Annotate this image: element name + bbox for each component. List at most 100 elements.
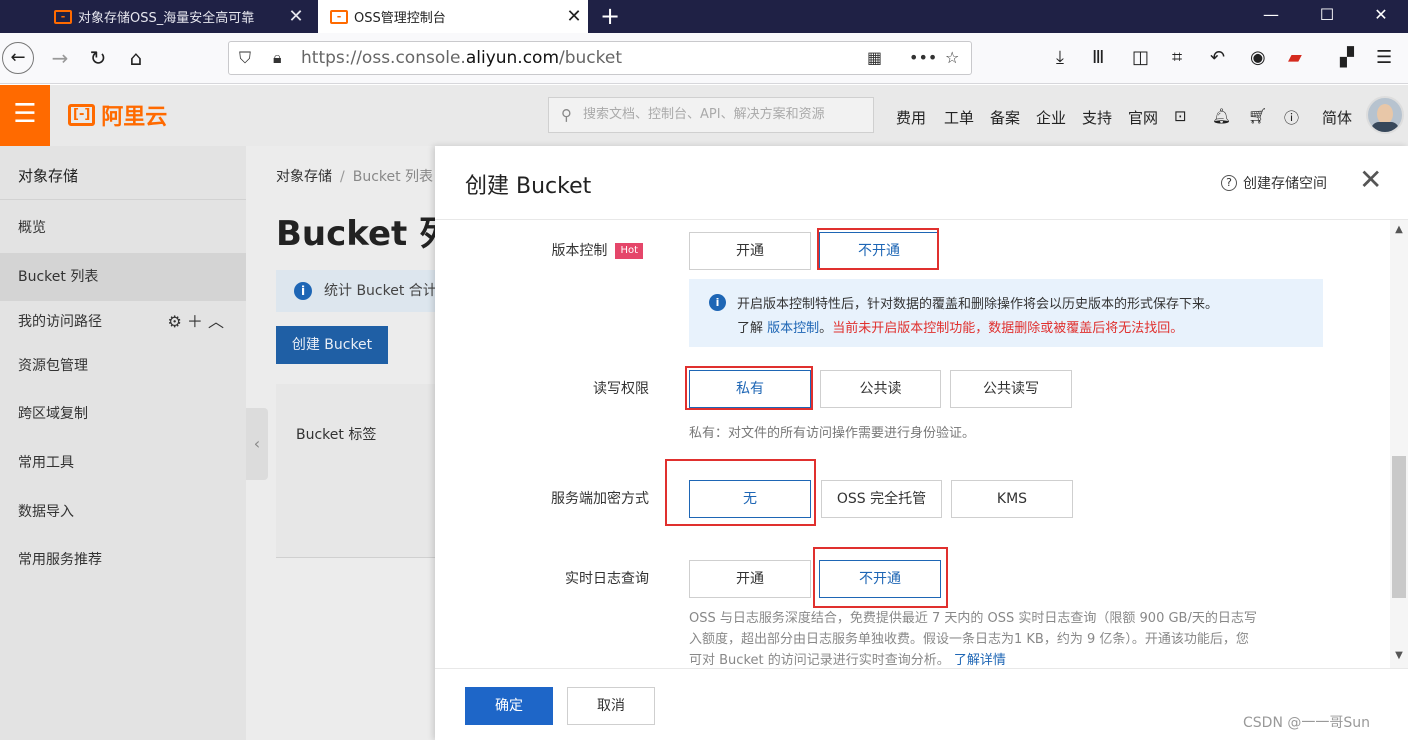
forward-arrow-icon[interactable]: →: [44, 42, 76, 74]
realtime-log-desc: OSS 与日志服务深度结合，免费提供最近 7 天内的 OSS 实时日志查询（限额…: [689, 611, 1257, 668]
plus-icon[interactable]: ＋: [187, 312, 203, 331]
header-link-official-site[interactable]: 官网: [1128, 107, 1158, 128]
console-header: ☰ [-] 阿里云 ⚲ 搜索文档、控制台、API、解决方案和资源 费用 工单 备…: [0, 85, 1408, 146]
realtime-log-label: 实时日志查询: [565, 571, 649, 587]
more-dots-icon[interactable]: •••: [909, 42, 937, 74]
avatar[interactable]: [1366, 96, 1404, 134]
header-link-enterprise[interactable]: 企业: [1036, 107, 1066, 128]
sidebar-item-resource-packs[interactable]: 资源包管理: [0, 342, 246, 390]
url-text[interactable]: https://oss.console.aliyun.com/bucket: [301, 42, 622, 74]
browser-tab-oss-product[interactable]: - 对象存储OSS_海量安全高可靠 ✕: [42, 0, 310, 33]
dialog-scrollbar[interactable]: ▲ ▼: [1390, 220, 1408, 668]
scroll-down-icon[interactable]: ▼: [1390, 650, 1408, 661]
bucket-tag-label: Bucket 标签: [296, 427, 377, 443]
learn-more-link[interactable]: 了解详情: [954, 653, 1006, 668]
console-search-input[interactable]: ⚲ 搜索文档、控制台、API、解决方案和资源: [548, 97, 874, 133]
highlight-box: [817, 228, 939, 270]
acl-hint: 私有：对文件的所有访问操作需要进行身份验证。: [689, 426, 976, 441]
help-link-label: 创建存储空间: [1243, 176, 1327, 192]
sidebar-item-tools[interactable]: 常用工具: [0, 439, 246, 487]
sidebar-item-my-access-path[interactable]: 我的访问路径 ⚙ ＋ ︿: [0, 298, 246, 346]
close-icon[interactable]: ✕: [1359, 166, 1382, 194]
qr-code-icon[interactable]: ▦: [867, 42, 882, 74]
info-icon: i: [709, 294, 726, 311]
language-switch[interactable]: 简体: [1322, 107, 1352, 128]
account-icon[interactable]: ◉: [1250, 46, 1266, 70]
aliyun-logo[interactable]: [-] 阿里云: [68, 99, 167, 131]
info-icon: i: [294, 282, 312, 300]
close-window-button[interactable]: ✕: [1356, 0, 1406, 33]
create-bucket-button[interactable]: 创建 Bucket: [276, 326, 388, 364]
acl-option-public-read[interactable]: 公共读: [820, 370, 941, 408]
tab-close-icon[interactable]: ✕: [560, 6, 588, 27]
sidebar-toggle-icon[interactable]: ◫: [1132, 46, 1149, 70]
sidebar-collapse-chevron-icon[interactable]: ‹: [246, 408, 268, 480]
sidebar-item-data-import[interactable]: 数据导入: [0, 488, 246, 536]
lock-icon[interactable]: 🔒︎: [273, 42, 282, 74]
encryption-option-kms[interactable]: KMS: [951, 480, 1073, 518]
library-icon[interactable]: Ⅲ: [1092, 46, 1104, 70]
tab-close-icon[interactable]: ✕: [282, 6, 310, 27]
sidebar-item-overview[interactable]: 概览: [0, 204, 246, 252]
sidebar-item-actions: ⚙ ＋ ︿: [167, 298, 224, 346]
gear-icon[interactable]: ⚙: [167, 312, 181, 331]
sidebar-item-label: 我的访问路径: [18, 314, 102, 330]
download-icon[interactable]: ⤓: [1056, 46, 1064, 70]
back-arrow-icon[interactable]: ←: [2, 42, 34, 74]
notice-text-line2: 了解 版本控制。当前未开启版本控制功能，数据删除或被覆盖后将无法找回。: [737, 321, 1184, 336]
header-link-support[interactable]: 支持: [1082, 107, 1112, 128]
shield-icon[interactable]: ⛉: [239, 42, 251, 74]
dialog-header: 创建 Bucket ? 创建存储空间 ✕: [435, 146, 1408, 220]
breadcrumb-item[interactable]: 对象存储: [276, 169, 332, 185]
minimize-button[interactable]: —: [1246, 0, 1296, 33]
versioning-option-enable[interactable]: 开通: [689, 232, 811, 270]
header-link-fee[interactable]: 费用: [896, 107, 926, 128]
notice-text: 开启版本控制特性后，针对数据的覆盖和删除操作将会以历史版本的形式保存下来。: [737, 297, 1219, 312]
highlight-box: [685, 366, 813, 410]
realtime-log-option-enable[interactable]: 开通: [689, 560, 811, 598]
acl-option-public-read-write[interactable]: 公共读写: [950, 370, 1072, 408]
url-bar[interactable]: ⛉ 🔒︎ https://oss.console.aliyun.com/buck…: [228, 41, 972, 75]
aliyun-favicon-icon: -: [330, 9, 348, 24]
versioning-notice: i 开启版本控制特性后，针对数据的覆盖和删除操作将会以历史版本的形式保存下来。 …: [689, 279, 1323, 347]
scrollbar-thumb[interactable]: [1392, 456, 1406, 598]
new-tab-button[interactable]: +: [596, 2, 624, 30]
chevron-up-icon[interactable]: ︿: [208, 312, 224, 331]
watermark: CSDN @一一哥Sun: [1243, 715, 1370, 731]
confirm-button[interactable]: 确定: [465, 687, 553, 725]
aliyun-favicon-icon: -: [54, 9, 72, 24]
console-menu-icon[interactable]: ☰: [0, 85, 50, 146]
sidebar-title: 对象存储: [0, 152, 246, 200]
reload-icon[interactable]: ↻: [82, 42, 114, 74]
undo-icon[interactable]: ↶: [1210, 46, 1225, 70]
dialog-body: 版本控制 Hot 开通 不开通 i 开启版本控制特性后，针对数据的覆盖和删除操作将…: [435, 220, 1408, 668]
cancel-button[interactable]: 取消: [567, 687, 655, 725]
terminal-icon[interactable]: ⊡: [1174, 107, 1187, 125]
sidebar-item-cross-region[interactable]: 跨区域复制: [0, 390, 246, 438]
versioning-doc-link[interactable]: 版本控制: [767, 321, 819, 336]
scroll-up-icon[interactable]: ▲: [1390, 224, 1408, 235]
cart-icon[interactable]: 🛒︎: [1248, 107, 1267, 125]
bell-icon[interactable]: 🔔︎: [1212, 107, 1231, 125]
home-icon[interactable]: ⌂: [120, 42, 152, 74]
sidebar-item-bucket-list[interactable]: Bucket 列表: [0, 253, 246, 301]
help-icon[interactable]: ⓘ: [1284, 107, 1299, 128]
create-bucket-dialog: 创建 Bucket ? 创建存储空间 ✕ 版本控制 Hot 开通 不开通 i 开启…: [435, 146, 1408, 740]
maximize-button[interactable]: ☐: [1302, 0, 1352, 33]
tab-title: 对象存储OSS_海量安全高可靠: [78, 11, 255, 26]
extensions-icon[interactable]: ▞: [1340, 46, 1354, 70]
question-icon: ?: [1221, 175, 1237, 191]
header-link-ticket[interactable]: 工单: [944, 107, 974, 128]
browser-tab-oss-console[interactable]: - OSS管理控制台 ✕: [318, 0, 588, 33]
crop-icon[interactable]: ⌗: [1172, 46, 1182, 70]
bookmark-star-icon[interactable]: ☆: [945, 42, 959, 74]
dialog-title: 创建 Bucket: [465, 174, 592, 199]
help-link[interactable]: ? 创建存储空间: [1221, 173, 1327, 193]
flash-icon[interactable]: ▰: [1288, 46, 1302, 70]
encryption-option-oss-managed[interactable]: OSS 完全托管: [821, 480, 942, 518]
header-link-icp[interactable]: 备案: [990, 107, 1020, 128]
highlight-box: [813, 547, 948, 608]
sidebar-item-recommended[interactable]: 常用服务推荐: [0, 536, 246, 584]
browser-nav-bar: ← → ↻ ⌂ ⛉ 🔒︎ https://oss.console.aliyun.…: [0, 33, 1408, 84]
menu-icon[interactable]: ☰: [1376, 46, 1392, 70]
